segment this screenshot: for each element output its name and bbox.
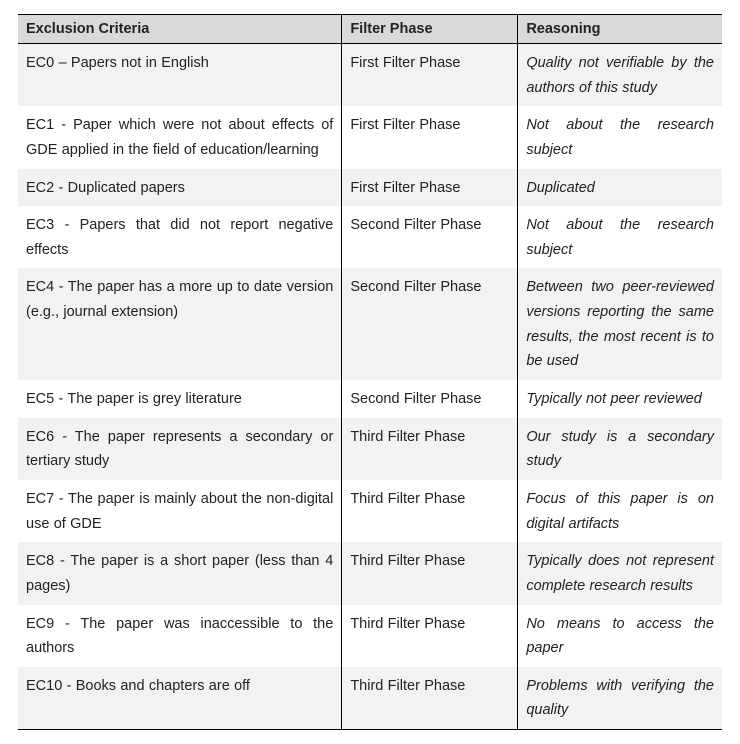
exclusion-criteria-table: Exclusion Criteria Filter Phase Reasonin…	[18, 14, 722, 730]
cell-phase: Third Filter Phase	[342, 542, 518, 604]
header-reasoning: Reasoning	[518, 15, 722, 44]
table-row: EC5 - The paper is grey literature Secon…	[18, 380, 722, 418]
cell-criteria: EC6 - The paper represents a secondary o…	[18, 418, 342, 480]
cell-reason: Between two peer-reviewed versions repor…	[518, 268, 722, 380]
table-row: EC2 - Duplicated papers First Filter Pha…	[18, 169, 722, 207]
cell-criteria: EC7 - The paper is mainly about the non-…	[18, 480, 342, 542]
cell-criteria: EC8 - The paper is a short paper (less t…	[18, 542, 342, 604]
cell-reason: Our study is a secondary study	[518, 418, 722, 480]
cell-reason: Typically does not represent complete re…	[518, 542, 722, 604]
cell-criteria: EC5 - The paper is grey literature	[18, 380, 342, 418]
cell-phase: Third Filter Phase	[342, 480, 518, 542]
cell-criteria: EC0 – Papers not in English	[18, 44, 342, 107]
cell-reason: Problems with verifying the quality	[518, 667, 722, 730]
header-exclusion-criteria: Exclusion Criteria	[18, 15, 342, 44]
cell-phase: Third Filter Phase	[342, 418, 518, 480]
header-filter-phase: Filter Phase	[342, 15, 518, 44]
table-row: EC3 - Papers that did not report negativ…	[18, 206, 722, 268]
cell-phase: Second Filter Phase	[342, 206, 518, 268]
table-row: EC0 – Papers not in English First Filter…	[18, 44, 722, 107]
cell-reason: No means to access the paper	[518, 605, 722, 667]
cell-reason: Focus of this paper is on digital artifa…	[518, 480, 722, 542]
cell-phase: First Filter Phase	[342, 106, 518, 168]
cell-phase: Third Filter Phase	[342, 667, 518, 730]
cell-phase: Second Filter Phase	[342, 268, 518, 380]
cell-criteria: EC4 - The paper has a more up to date ve…	[18, 268, 342, 380]
table-row: EC1 - Paper which were not about effects…	[18, 106, 722, 168]
cell-phase: First Filter Phase	[342, 169, 518, 207]
cell-criteria: EC3 - Papers that did not report negativ…	[18, 206, 342, 268]
table-row: EC6 - The paper represents a secondary o…	[18, 418, 722, 480]
table-header-row: Exclusion Criteria Filter Phase Reasonin…	[18, 15, 722, 44]
table-row: EC9 - The paper was inaccessible to the …	[18, 605, 722, 667]
table-row: EC8 - The paper is a short paper (less t…	[18, 542, 722, 604]
cell-phase: Third Filter Phase	[342, 605, 518, 667]
cell-phase: Second Filter Phase	[342, 380, 518, 418]
table-row: EC4 - The paper has a more up to date ve…	[18, 268, 722, 380]
cell-phase: First Filter Phase	[342, 44, 518, 107]
table-row: EC7 - The paper is mainly about the non-…	[18, 480, 722, 542]
cell-reason: Not about the research subject	[518, 206, 722, 268]
cell-reason: Typically not peer reviewed	[518, 380, 722, 418]
cell-criteria: EC2 - Duplicated papers	[18, 169, 342, 207]
cell-criteria: EC9 - The paper was inaccessible to the …	[18, 605, 342, 667]
cell-reason: Duplicated	[518, 169, 722, 207]
cell-criteria: EC10 - Books and chapters are off	[18, 667, 342, 730]
cell-reason: Not about the research subject	[518, 106, 722, 168]
table-row: EC10 - Books and chapters are off Third …	[18, 667, 722, 730]
cell-reason: Quality not verifiable by the authors of…	[518, 44, 722, 107]
cell-criteria: EC1 - Paper which were not about effects…	[18, 106, 342, 168]
